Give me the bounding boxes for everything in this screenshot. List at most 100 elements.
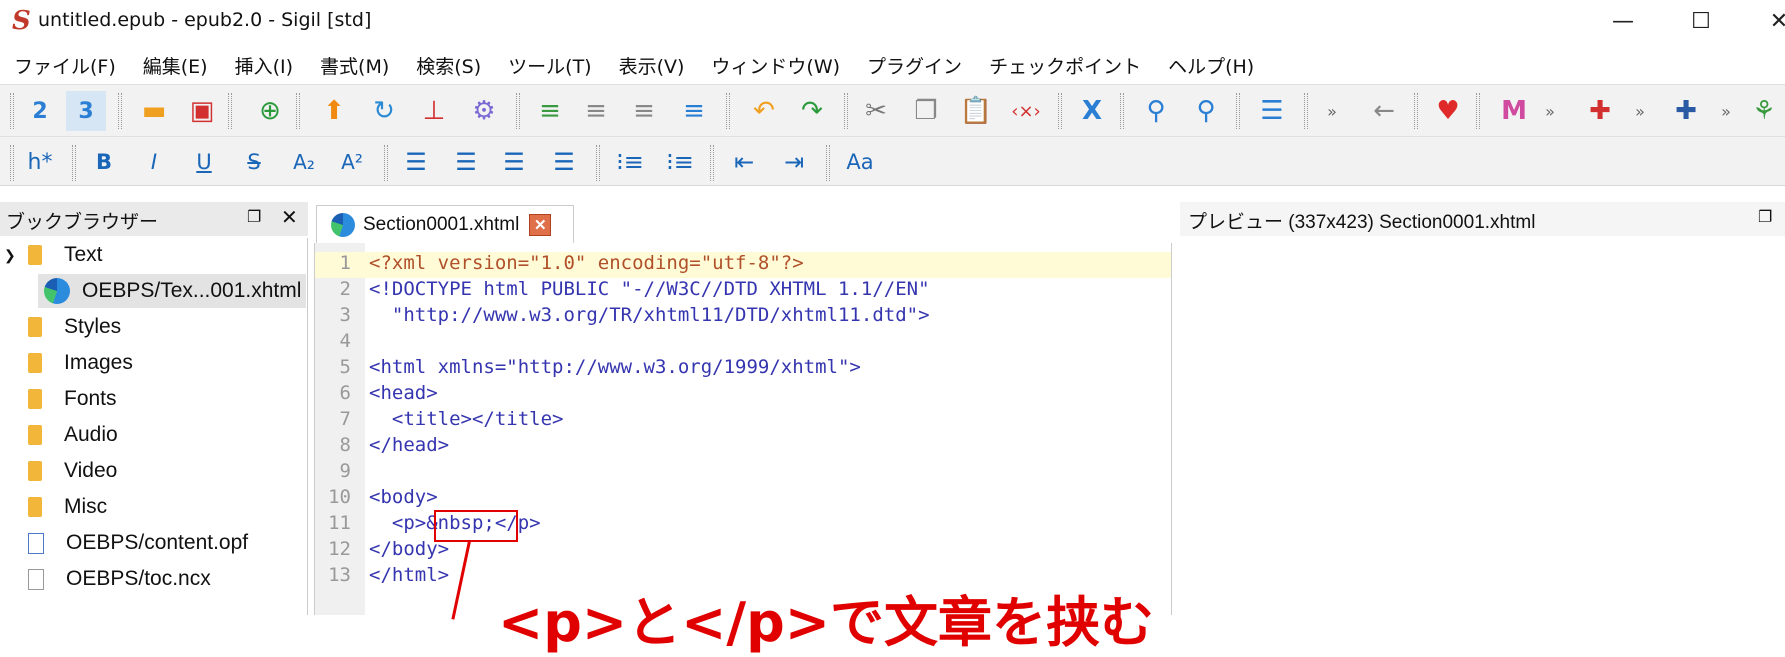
back-arrow-icon[interactable]: ← xyxy=(1364,91,1404,131)
redo-icon[interactable]: ↷ xyxy=(792,91,832,131)
code-line[interactable]: 10 <body> xyxy=(315,486,1171,512)
close-panel-icon[interactable]: ✕ xyxy=(281,205,298,229)
tree-folder-misc[interactable]: Misc xyxy=(28,490,107,524)
epub2-icon[interactable]: 2 xyxy=(20,91,60,131)
code-line[interactable]: 4 xyxy=(315,330,1171,356)
align-center-icon[interactable]: ☰ xyxy=(446,142,486,182)
menu-format[interactable]: 書式(M) xyxy=(306,52,402,79)
code-line[interactable]: 2 <!DOCTYPE html PUBLIC "-//W3C//DTD XHTM… xyxy=(315,278,1171,304)
menu-help[interactable]: ヘルプ(H) xyxy=(1154,52,1267,79)
toolbar-separator xyxy=(1120,93,1124,129)
line-number: 3 xyxy=(339,304,351,326)
code-line[interactable]: 7 <title></title> xyxy=(315,408,1171,434)
undo-icon[interactable]: ↶ xyxy=(744,91,784,131)
menu-window[interactable]: ウィンドウ(W) xyxy=(697,52,853,79)
italic-button[interactable]: I xyxy=(134,142,174,182)
validate-icon[interactable]: X xyxy=(1072,91,1112,131)
tab-section0001[interactable]: Section0001.xhtml ✕ xyxy=(316,205,574,243)
code-line[interactable]: 8 </head> xyxy=(315,434,1171,460)
overflow-chevron-icon[interactable]: » xyxy=(1620,91,1660,131)
code-line[interactable]: 9 xyxy=(315,460,1171,486)
m-plugin-icon[interactable]: M xyxy=(1494,91,1534,131)
heading-dropdown[interactable]: h* xyxy=(20,142,60,182)
overflow-chevron-icon[interactable]: » xyxy=(1530,91,1570,131)
align-right-icon[interactable]: ☰ xyxy=(494,142,534,182)
tree-item-toc-ncx[interactable]: OEBPS/toc.ncx xyxy=(28,562,211,596)
change-case-dropdown[interactable]: Aa xyxy=(840,142,880,182)
overflow-chevron-icon[interactable]: » xyxy=(1312,91,1352,131)
bold-button[interactable]: B xyxy=(84,142,124,182)
tree-folder-audio[interactable]: Audio xyxy=(28,418,118,452)
toolbar-separator xyxy=(826,145,830,181)
maximize-button[interactable]: ☐ xyxy=(1673,4,1729,38)
line-number: 2 xyxy=(339,278,351,300)
tree-folder-text[interactable]: ❯ Text xyxy=(0,238,306,272)
menu-plugins[interactable]: プラグイン xyxy=(853,52,975,79)
underline-button[interactable]: U xyxy=(184,142,224,182)
menu-edit[interactable]: 編集(E) xyxy=(129,52,221,79)
spellcheck-icon[interactable]: ☰ xyxy=(1252,91,1292,131)
code-line[interactable]: 1 <?xml version="1.0" encoding="utf-8"?> xyxy=(315,252,1171,278)
close-tab-icon[interactable]: ✕ xyxy=(529,213,552,236)
add-icon[interactable]: ⊕ xyxy=(250,91,290,131)
toolbar-separator xyxy=(384,145,388,181)
arrow-up-icon[interactable]: ⬆ xyxy=(314,91,354,131)
format-toolbar: h* B I U S A₂ A² ☰ ☰ ☰ ☰ ⁝≡ ⁝≡ ⇤ ⇥ Aa xyxy=(0,136,1785,186)
tree-item-content-opf[interactable]: OEBPS/content.opf xyxy=(28,526,248,560)
chevron-down-icon[interactable]: ❯ xyxy=(4,247,16,264)
tree-folder-images[interactable]: Images xyxy=(28,346,133,380)
align-justify-icon[interactable]: ☰ xyxy=(544,142,584,182)
menu-insert[interactable]: 挿入(I) xyxy=(221,52,306,79)
code-line[interactable]: 6 <head> xyxy=(315,382,1171,408)
plugin-6-icon[interactable]: ✚ xyxy=(1666,91,1706,131)
save-icon[interactable]: ▣ xyxy=(182,91,222,131)
refresh-icon[interactable]: ↻ xyxy=(364,91,404,131)
code-line[interactable]: 5 <html xmlns="http://www.w3.org/1999/xht… xyxy=(315,356,1171,382)
paste-icon[interactable]: 📋 xyxy=(956,91,996,131)
code-line[interactable]: 3 "http://www.w3.org/TR/xhtml11/DTD/xhtm… xyxy=(315,304,1171,330)
search-icon[interactable]: ⚲ xyxy=(1136,91,1176,131)
open-folder-icon[interactable]: ▬ xyxy=(134,91,174,131)
outdent-icon[interactable]: ⇤ xyxy=(724,142,764,182)
superscript-button[interactable]: A² xyxy=(332,142,372,182)
tree-folder-styles[interactable]: Styles xyxy=(28,310,121,344)
overflow-chevron-icon[interactable]: » xyxy=(1706,91,1746,131)
epub3-icon[interactable]: 3 xyxy=(66,91,106,131)
numbered-list-icon[interactable]: ⁝≡ xyxy=(660,142,700,182)
toc-icon[interactable]: ≡ xyxy=(530,91,570,131)
close-window-button[interactable]: ✕ xyxy=(1751,4,1785,38)
code-editor[interactable]: 1 <?xml version="1.0" encoding="utf-8"?> … xyxy=(314,243,1172,615)
preview-pane[interactable] xyxy=(1178,236,1785,615)
plugin-numbered-icon[interactable]: ⚘ xyxy=(1744,91,1784,131)
plugin-1-icon[interactable]: ✚ xyxy=(1580,91,1620,131)
gear-icon[interactable]: ⚙ xyxy=(464,91,504,131)
find-heart-icon[interactable]: ⚲ xyxy=(1186,91,1226,131)
edge-browser-icon xyxy=(44,278,70,304)
toc-remove-icon[interactable]: ≡ xyxy=(624,91,664,131)
toc-add-icon[interactable]: ≡ xyxy=(576,91,616,131)
menu-search[interactable]: 検索(S) xyxy=(402,52,494,79)
tree-item-label: OEBPS/Tex...001.xhtml xyxy=(82,279,302,302)
float-panel-icon[interactable]: ❐ xyxy=(247,207,261,226)
copy-icon[interactable]: ❐ xyxy=(906,91,946,131)
align-left-icon[interactable]: ☰ xyxy=(396,142,436,182)
tree-item-section0001[interactable]: OEBPS/Tex...001.xhtml xyxy=(38,274,306,308)
bullet-list-icon[interactable]: ⁝≡ xyxy=(610,142,650,182)
toc-generate-icon[interactable]: ≡ xyxy=(674,91,714,131)
minimize-button[interactable]: — xyxy=(1595,4,1651,38)
float-panel-icon[interactable]: ❐ xyxy=(1758,207,1772,226)
cut-icon[interactable]: ✂ xyxy=(856,91,896,131)
menu-tools[interactable]: ツール(T) xyxy=(494,52,604,79)
indent-icon[interactable]: ⇥ xyxy=(774,142,814,182)
menu-view[interactable]: 表示(V) xyxy=(605,52,698,79)
line-number: 1 xyxy=(339,252,351,274)
tree-folder-fonts[interactable]: Fonts xyxy=(28,382,117,416)
tree-folder-video[interactable]: Video xyxy=(28,454,117,488)
heart-icon[interactable]: ♥ xyxy=(1428,91,1468,131)
strikethrough-button[interactable]: S xyxy=(234,142,274,182)
menu-file[interactable]: ファイル(F) xyxy=(0,52,129,79)
subscript-button[interactable]: A₂ xyxy=(284,142,324,182)
paste-code-icon[interactable]: ‹×› xyxy=(1006,91,1046,131)
split-icon[interactable]: ⊥ xyxy=(414,91,454,131)
menu-checkpoints[interactable]: チェックポイント xyxy=(975,52,1154,79)
